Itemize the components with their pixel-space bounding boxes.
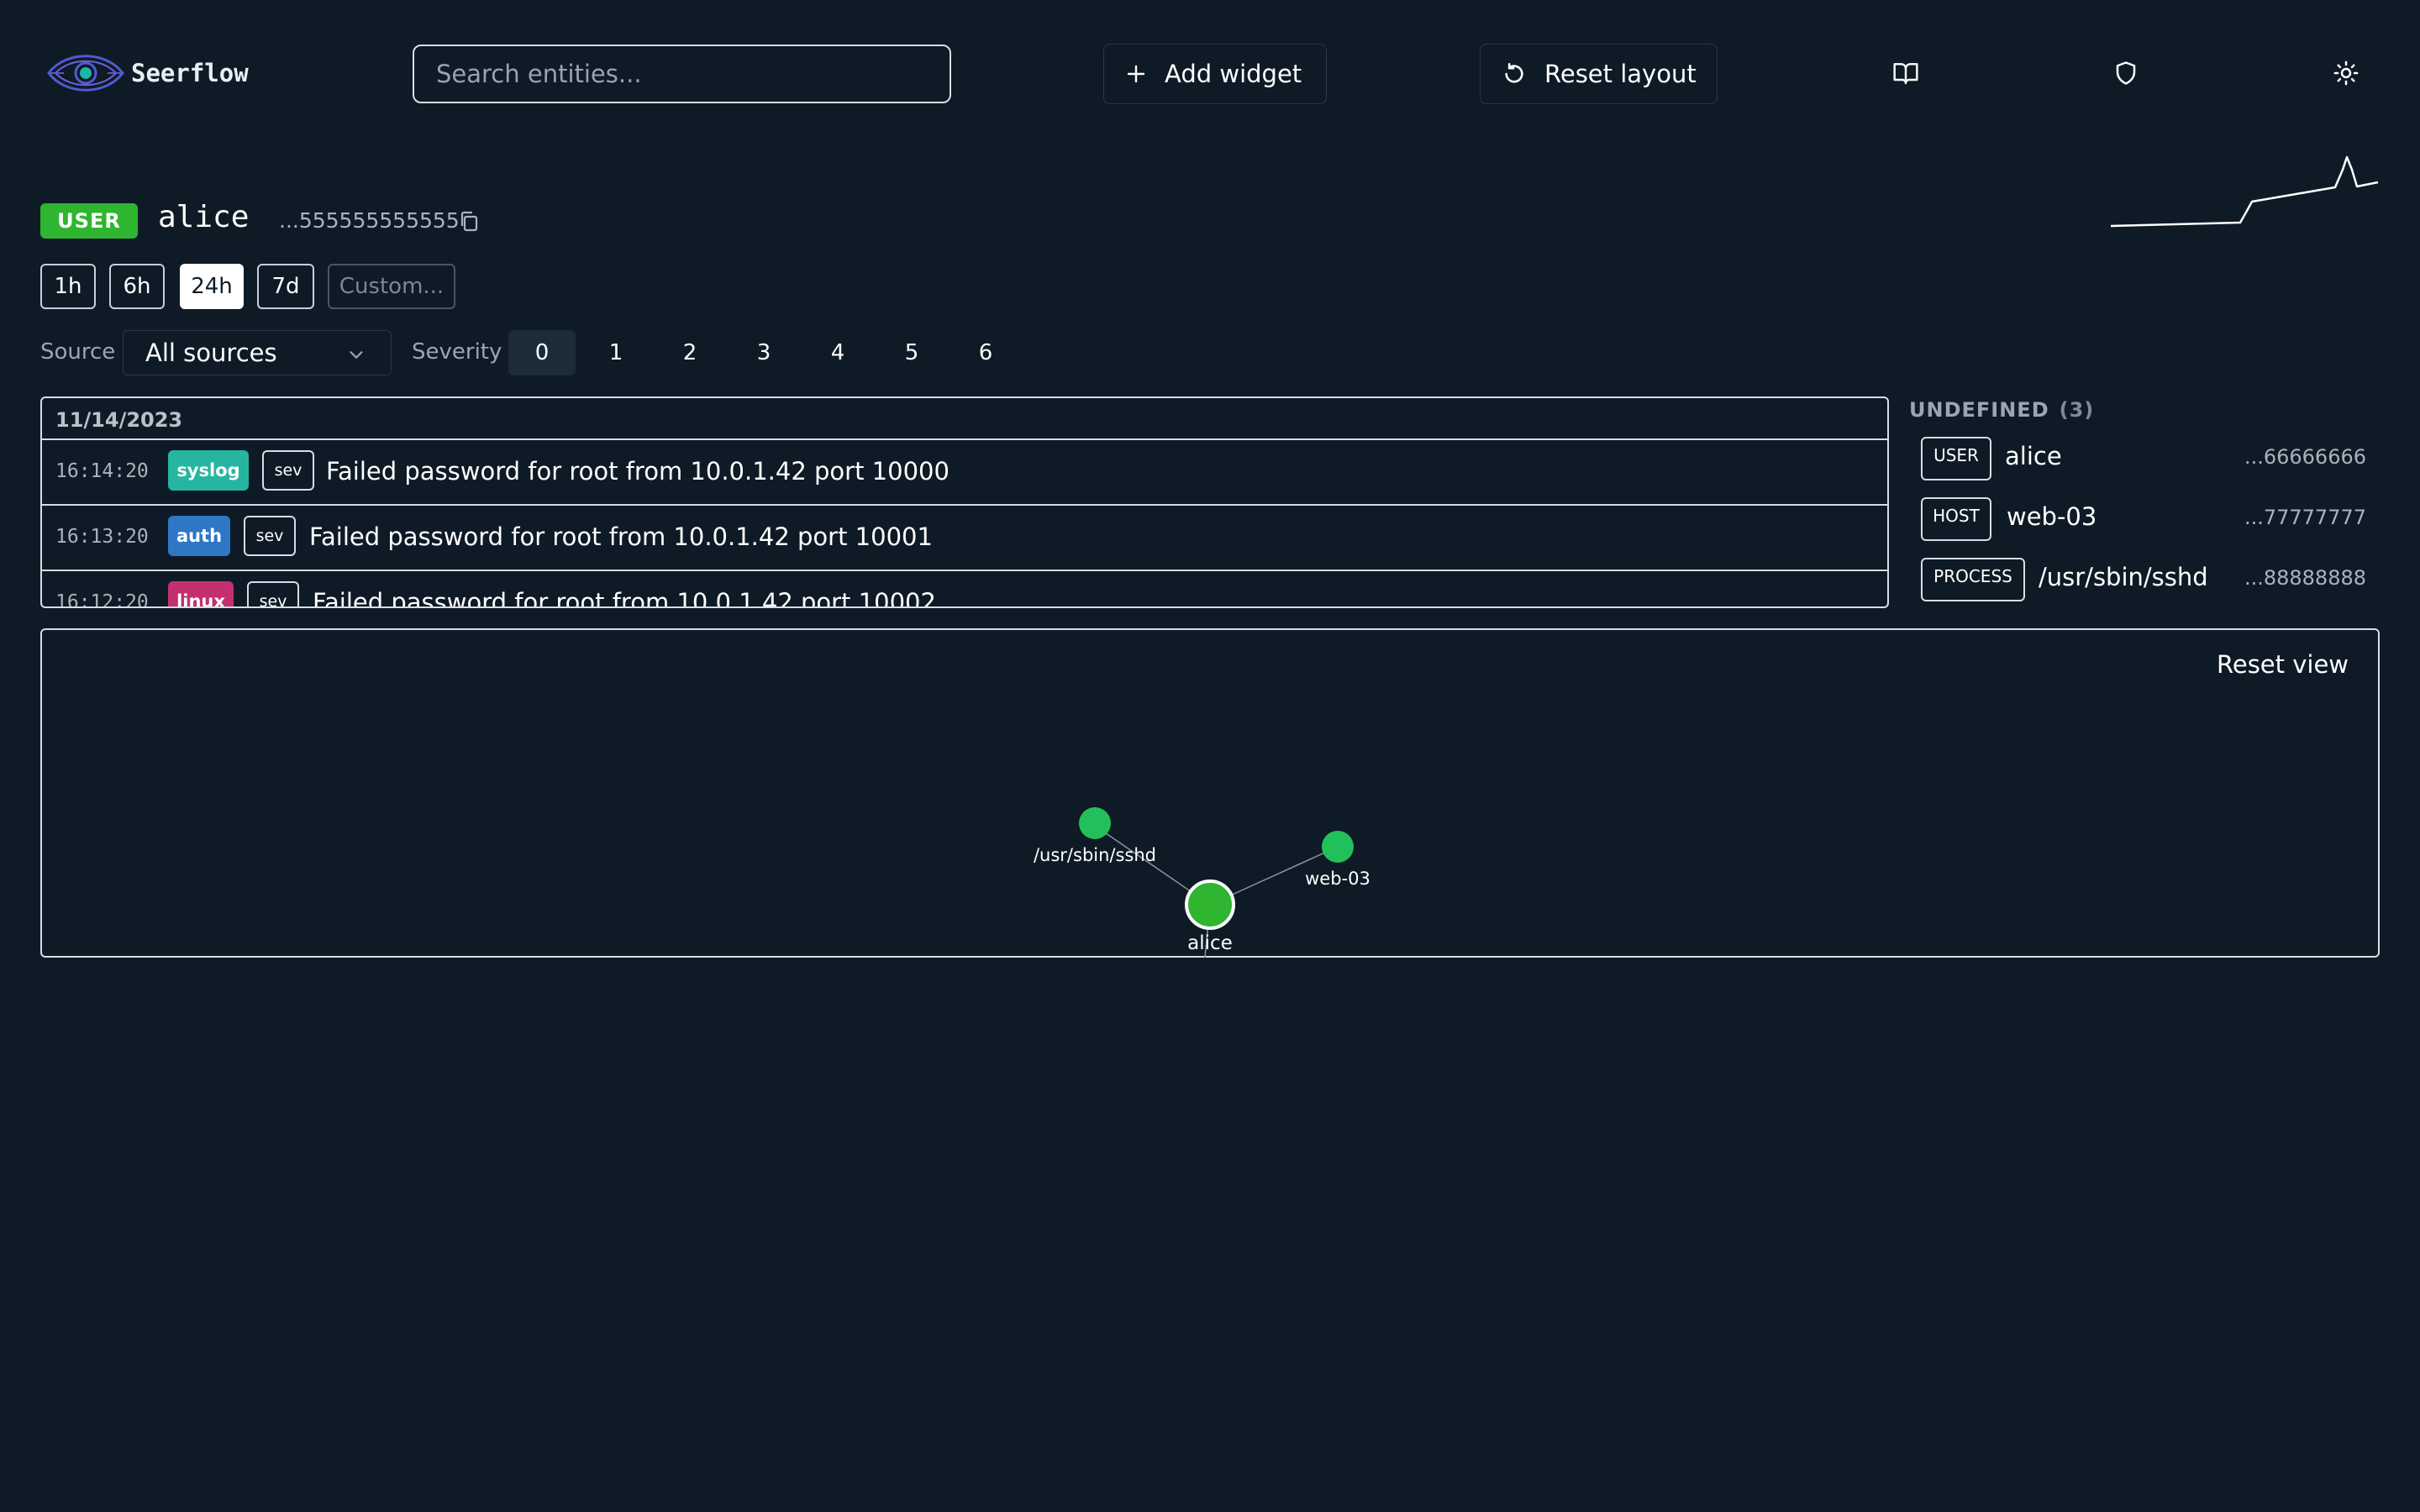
severity-4-button[interactable]: 4 [804, 330, 871, 375]
sun-icon [2333, 60, 2359, 86]
severity-1-button[interactable]: 1 [582, 330, 650, 375]
reset-layout-label: Reset layout [1544, 60, 1697, 88]
time-range-7d[interactable]: 7d [257, 264, 314, 309]
events-list[interactable]: 11/14/2023 16:14:20 syslog sev Failed pa… [40, 396, 1889, 608]
event-row[interactable]: 16:13:20 auth sev Failed password for ro… [42, 506, 1887, 571]
undefined-panel-title: UNDEFINED [1909, 398, 2049, 422]
severity-3-button[interactable]: 3 [730, 330, 797, 375]
event-message: Failed password for root from 10.0.1.42 … [326, 457, 950, 486]
entity-name: /usr/sbin/sshd [2039, 563, 2208, 591]
related-entity-item[interactable]: PROCESS /usr/sbin/sshd ...88888888 [1921, 556, 2391, 603]
theme-toggle-button[interactable] [2321, 48, 2371, 98]
event-source-badge: auth [168, 516, 230, 556]
graph-node-label: /usr/sbin/sshd [1034, 845, 1156, 865]
source-filter-label: Source [40, 339, 116, 365]
severity-6-button[interactable]: 6 [952, 330, 1019, 375]
graph-node-process[interactable] [1079, 807, 1111, 839]
entity-type-badge: HOST [1921, 497, 1991, 541]
undefined-panel-count: (3) [2059, 398, 2095, 422]
event-time: 16:12:20 [55, 591, 149, 608]
entity-type-badge: PROCESS [1921, 558, 2025, 601]
graph-node-label: alice [1187, 932, 1233, 954]
event-row[interactable]: 16:12:20 linux sev Failed password for r… [42, 571, 1887, 608]
related-entity-item[interactable]: USER alice ...66666666 [1921, 435, 2391, 482]
app-name: Seerflow [131, 59, 249, 87]
entity-name: alice [158, 200, 250, 234]
event-time: 16:13:20 [55, 526, 149, 548]
related-entity-item[interactable]: HOST web-03 ...77777777 [1921, 496, 2391, 543]
time-range-1h[interactable]: 1h [40, 264, 96, 309]
docs-button[interactable] [1881, 48, 1931, 98]
add-widget-button[interactable]: Add widget [1103, 44, 1327, 104]
event-severity-badge: sev [247, 581, 299, 606]
entity-graph[interactable]: /usr/sbin/sshd web-03 alice [40, 628, 2380, 958]
severity-2-button[interactable]: 2 [656, 330, 723, 375]
logo-eye-icon [47, 55, 124, 92]
severity-filter-label: Severity [412, 339, 502, 365]
graph-node-center[interactable] [1185, 879, 1235, 930]
shield-icon [2116, 61, 2136, 85]
event-severity-badge: sev [262, 450, 314, 491]
undefined-panel-header: UNDEFINED (3) [1909, 398, 2094, 422]
time-range-6h[interactable]: 6h [109, 264, 165, 309]
graph-node-host[interactable] [1322, 831, 1354, 863]
reset-layout-button[interactable]: Reset layout [1480, 44, 1718, 104]
search-input[interactable] [413, 45, 951, 103]
entity-id: ...555555555555 [279, 208, 460, 233]
graph-node-label: web-03 [1305, 869, 1370, 889]
severity-5-button[interactable]: 5 [878, 330, 945, 375]
book-icon [1893, 63, 1918, 85]
activity-sparkline [2110, 155, 2379, 228]
time-range-24h[interactable]: 24h [180, 264, 244, 309]
entity-type-badge: USER [1921, 437, 1991, 480]
event-message: Failed password for root from 10.0.1.42 … [309, 522, 933, 551]
entity-name: web-03 [2007, 502, 2097, 531]
entity-id: ...88888888 [2244, 566, 2366, 590]
reset-icon [1505, 63, 1523, 83]
event-message: Failed password for root from 10.0.1.42 … [313, 588, 936, 608]
entity-name: alice [2005, 442, 2062, 470]
source-select-value: All sources [145, 339, 277, 367]
severity-0-button[interactable]: 0 [508, 330, 576, 375]
entity-id: ...77777777 [2244, 506, 2366, 529]
event-severity-badge: sev [244, 516, 296, 556]
add-widget-label: Add widget [1165, 60, 1302, 88]
entity-id: ...66666666 [2244, 445, 2366, 469]
time-range-custom[interactable]: Custom... [328, 264, 455, 309]
entity-type-badge: USER [40, 203, 138, 239]
copy-icon[interactable] [459, 211, 479, 233]
chevron-down-icon [350, 351, 363, 359]
event-source-badge: linux [168, 581, 234, 606]
plus-icon [1127, 65, 1145, 83]
source-select[interactable]: All sources [123, 330, 392, 375]
event-source-badge: syslog [168, 450, 249, 491]
event-row[interactable]: 16:14:20 syslog sev Failed password for … [42, 440, 1887, 506]
security-button[interactable] [2101, 48, 2151, 98]
event-time: 16:14:20 [55, 460, 149, 482]
events-date-header: 11/14/2023 [42, 398, 1887, 440]
